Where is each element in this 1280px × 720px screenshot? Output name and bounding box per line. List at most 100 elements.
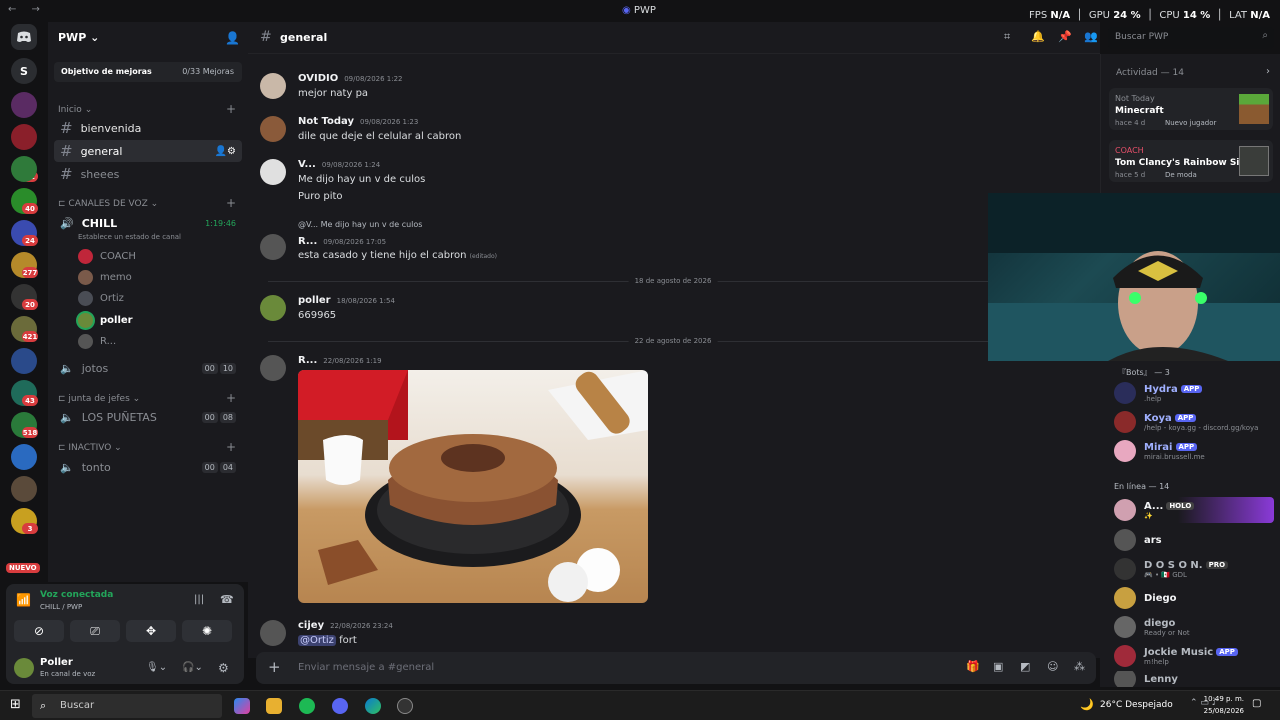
avatar xyxy=(1114,529,1136,551)
reply-reference[interactable]: @V... Me dijo hay un v de culos xyxy=(298,220,422,229)
server-icon[interactable] xyxy=(11,124,37,150)
boost-goal[interactable]: Objetivo de mejoras 0/33 Mejoras xyxy=(54,62,242,82)
user-name[interactable]: Poller xyxy=(40,657,73,668)
settings-gear-icon[interactable]: ⚙ xyxy=(218,661,229,675)
avatar[interactable] xyxy=(14,658,34,678)
spotify-icon[interactable] xyxy=(299,698,315,714)
channel-status[interactable]: Establece un estado de canal xyxy=(78,233,181,241)
headphones-icon[interactable]: 🎧⌄ xyxy=(182,662,203,673)
notification-badge: 43 xyxy=(22,395,38,406)
bell-icon[interactable]: 🔔 xyxy=(1031,30,1045,43)
member-item[interactable]: D O S O N. PRO 🎮 • 🇲🇽 GDL xyxy=(1114,556,1274,582)
attached-image[interactable] xyxy=(298,370,648,603)
member-item[interactable]: Koya APP/help - koya.gg - discord.gg/koya xyxy=(1114,409,1274,435)
member-item[interactable]: Jockie Music APP m!help xyxy=(1114,643,1274,669)
search-input[interactable]: Buscar PWP ⌕ xyxy=(1108,27,1274,49)
invite-people-icon[interactable]: 👤 xyxy=(225,31,240,45)
add-attachment-icon[interactable]: + xyxy=(268,658,281,676)
member-item[interactable]: Lenny xyxy=(1114,671,1274,687)
activities-button[interactable]: ✥ xyxy=(126,620,176,642)
avatar[interactable] xyxy=(260,116,286,142)
category-inicio[interactable]: Inicio ⌄ xyxy=(58,105,92,115)
windows-start-icon[interactable]: ⊞ xyxy=(10,697,21,712)
channel-sheees[interactable]: # sheees xyxy=(54,163,242,185)
member-item[interactable]: Mirai APP mirai.brussell.me xyxy=(1114,438,1274,464)
member-item[interactable]: Hydra APP .help xyxy=(1114,380,1274,406)
channel-bienvenida[interactable]: # bienvenida xyxy=(54,117,242,139)
avatar xyxy=(1114,587,1136,609)
add-channel-icon[interactable]: + xyxy=(226,102,236,116)
discord-home-icon[interactable] xyxy=(11,24,37,50)
clock-date[interactable]: 25/08/2026 xyxy=(1200,707,1244,715)
add-channel-icon[interactable]: + xyxy=(226,440,236,454)
members-icon[interactable]: 👥 xyxy=(1084,30,1098,43)
server-s[interactable]: S xyxy=(11,58,37,84)
pin-icon[interactable]: 📌 xyxy=(1058,30,1072,43)
emoji-icon[interactable]: ☺ xyxy=(1047,660,1058,673)
disconnect-icon[interactable]: ☎ xyxy=(220,593,234,606)
microphone-icon[interactable]: 🎙⌄ xyxy=(146,662,167,673)
category-inactivo[interactable]: ⊏ INACTIVO ⌄ xyxy=(58,443,122,453)
notifications-icon[interactable]: ▢ xyxy=(1252,698,1261,709)
sticker-icon[interactable]: ◩ xyxy=(1020,660,1030,673)
date-divider: 18 de agosto de 2026 xyxy=(268,277,1078,285)
history-nav[interactable]: ← → xyxy=(8,4,46,15)
speaker-icon: 🔈 xyxy=(60,460,74,474)
apps-icon[interactable]: ⁂ xyxy=(1074,660,1085,673)
noise-suppression-icon[interactable]: ||| xyxy=(194,594,204,605)
member-item[interactable]: diego Ready or Not xyxy=(1114,614,1274,640)
activity-panel: Actividad — 14 › Not Today Minecraft hac… xyxy=(1100,54,1280,194)
voice-user[interactable]: Ortiz xyxy=(78,288,124,308)
server-icon[interactable] xyxy=(11,348,37,374)
camera-off-button[interactable]: ⊘ xyxy=(14,620,64,642)
avatar[interactable] xyxy=(260,159,286,185)
channel-general[interactable]: # general 👤⚙ xyxy=(54,140,242,162)
server-icon[interactable] xyxy=(11,444,37,470)
soundboard-button[interactable]: ✺ xyxy=(182,620,232,642)
add-channel-icon[interactable]: + xyxy=(226,196,236,210)
server-icon[interactable] xyxy=(11,92,37,118)
category-voice[interactable]: ⊏ CANALES DE VOZ ⌄ xyxy=(58,199,158,209)
voice-user[interactable]: memo xyxy=(78,267,132,287)
avatar[interactable] xyxy=(260,73,286,99)
server-icon[interactable] xyxy=(11,156,37,182)
taskbar-search[interactable]: ⌕ Buscar xyxy=(32,694,222,718)
member-item[interactable]: Diego xyxy=(1114,585,1274,611)
voice-user[interactable]: poller xyxy=(78,310,133,330)
voice-user[interactable]: R... xyxy=(78,331,116,351)
avatar xyxy=(78,248,93,264)
member-item[interactable]: A... HOLO ✨ xyxy=(1114,497,1274,523)
server-icon[interactable] xyxy=(11,476,37,502)
clock-time[interactable]: 10:49 p. m. xyxy=(1200,695,1244,703)
member-item[interactable]: ars xyxy=(1114,527,1274,553)
screen-share-button[interactable]: ⎚ xyxy=(70,620,120,642)
copilot-icon[interactable] xyxy=(234,698,250,714)
weather-text[interactable]: 26°C Despejado xyxy=(1100,700,1173,710)
file-explorer-icon[interactable] xyxy=(266,698,282,714)
threads-icon[interactable]: ⌗ xyxy=(1004,30,1010,44)
channel-header: # general ⌗ 🔔 📌 👥 xyxy=(248,22,1100,54)
activity-card[interactable]: COACH Tom Clancy's Rainbow Six ... hace … xyxy=(1109,140,1273,182)
avatar[interactable] xyxy=(260,355,286,381)
voice-channel-chill[interactable]: 🔊 CHILL 1:19:46 xyxy=(54,212,242,234)
voice-user[interactable]: COACH xyxy=(78,246,136,266)
edge-icon[interactable] xyxy=(365,698,381,714)
channel-sidebar: PWP ⌄ 👤 Objetivo de mejoras 0/33 Mejoras… xyxy=(48,22,248,582)
gif-icon[interactable]: ▣ xyxy=(993,660,1003,673)
discord-taskbar-icon[interactable] xyxy=(332,698,348,714)
add-channel-icon[interactable]: + xyxy=(226,391,236,405)
activity-card[interactable]: Not Today Minecraft hace 4 d Nuevo jugad… xyxy=(1109,88,1273,130)
chevron-right-icon[interactable]: › xyxy=(1266,66,1270,77)
avatar[interactable] xyxy=(260,234,286,260)
message-input[interactable]: + Enviar mensaje a #general 🎁 ▣ ◩ ☺ ⁂ xyxy=(256,652,1096,684)
message-list: OVIDIO 09/08/2026 1:22 mejor naty pa Not … xyxy=(248,54,1100,658)
obs-icon[interactable] xyxy=(397,698,413,714)
voice-status[interactable]: Voz conectada xyxy=(40,590,113,600)
voice-channel-link[interactable]: CHILL / PWP xyxy=(40,603,82,611)
avatar[interactable] xyxy=(260,295,286,321)
server-name[interactable]: PWP ⌄ xyxy=(58,31,99,44)
user-mention[interactable]: @Ortiz xyxy=(298,635,336,646)
avatar[interactable] xyxy=(260,620,286,646)
gift-icon[interactable]: 🎁 xyxy=(966,660,980,673)
category-jefes[interactable]: ⊏ junta de jefes ⌄ xyxy=(58,394,140,404)
